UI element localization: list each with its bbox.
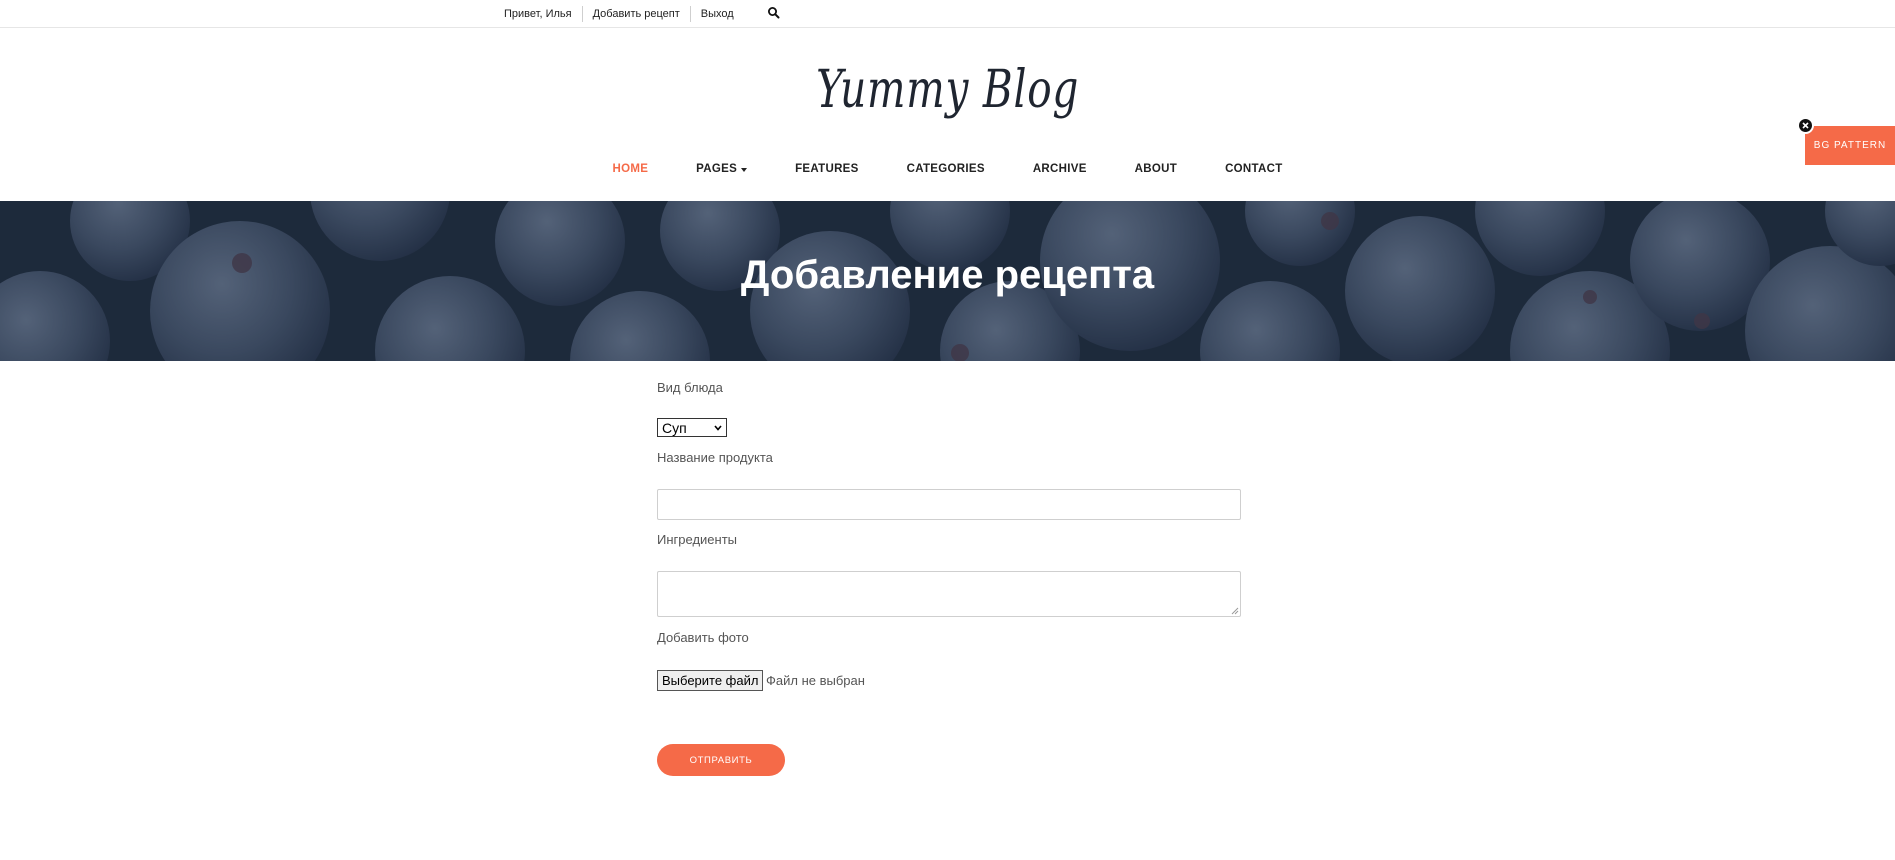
dish-type-value: Суп [662, 419, 687, 436]
greeting-link[interactable]: Привет, Илья [504, 6, 582, 22]
nav-item-about[interactable]: ABOUT [1111, 163, 1201, 175]
nav-item-home[interactable]: HOME [588, 163, 672, 175]
logout-link[interactable]: Выход [691, 6, 744, 22]
nav-item-features[interactable]: FEATURES [771, 163, 883, 175]
search-icon[interactable] [767, 6, 781, 20]
file-status-text: Файл не выбран [766, 673, 865, 688]
nav-item-contact[interactable]: CONTACT [1201, 163, 1306, 175]
bg-pattern-button[interactable]: BG PATTERN [1805, 126, 1895, 165]
hero-banner: Добавление рецепта [0, 201, 1895, 361]
submit-label: ОТПРАВИТЬ [689, 754, 753, 766]
chevron-down-icon [714, 425, 722, 431]
nav-item-label: FEATURES [795, 163, 859, 175]
dish-type-select[interactable]: Суп [657, 418, 727, 437]
nav-item-label: ARCHIVE [1032, 163, 1087, 175]
submit-button[interactable]: ОТПРАВИТЬ [657, 744, 785, 776]
nav-item-label: HOME [612, 163, 649, 175]
resize-grip-icon[interactable] [1231, 607, 1239, 615]
site-logo[interactable]: Yummy Blog [0, 60, 1895, 120]
page-title: Добавление рецепта [740, 253, 1155, 297]
bg-pattern-label: BG PATTERN [1813, 140, 1887, 151]
top-bar: Привет, Илья Добавить рецепт Выход [0, 0, 1895, 28]
add-photo-label: Добавить фото [657, 630, 749, 645]
nav-item-label: CONTACT [1225, 163, 1283, 175]
logo-text[interactable]: Yummy Blog [816, 60, 1079, 120]
nav-item-archive[interactable]: ARCHIVE [1009, 163, 1111, 175]
caret-down-icon [741, 167, 748, 172]
add-recipe-link[interactable]: Добавить рецепт [583, 6, 690, 22]
nav-item-pages[interactable]: PAGES [672, 163, 771, 175]
choose-file-button[interactable]: Выберите файл [657, 670, 764, 691]
main-nav: HOME PAGES FEATURES CATEGORIES ARCHIVE A… [0, 163, 1895, 175]
nav-item-categories[interactable]: CATEGORIES [883, 163, 1009, 175]
user-links: Привет, Илья Добавить рецепт Выход [504, 0, 744, 27]
ingredients-label: Ингредиенты [657, 532, 737, 547]
close-icon[interactable] [1797, 117, 1814, 134]
nav-item-label: PAGES [696, 163, 738, 175]
nav-item-label: CATEGORIES [906, 163, 985, 175]
product-name-label: Название продукта [657, 450, 773, 465]
ingredients-textarea[interactable] [657, 571, 1241, 617]
nav-item-label: ABOUT [1134, 163, 1178, 175]
product-name-input[interactable] [657, 489, 1241, 520]
dish-type-label: Вид блюда [657, 380, 723, 395]
